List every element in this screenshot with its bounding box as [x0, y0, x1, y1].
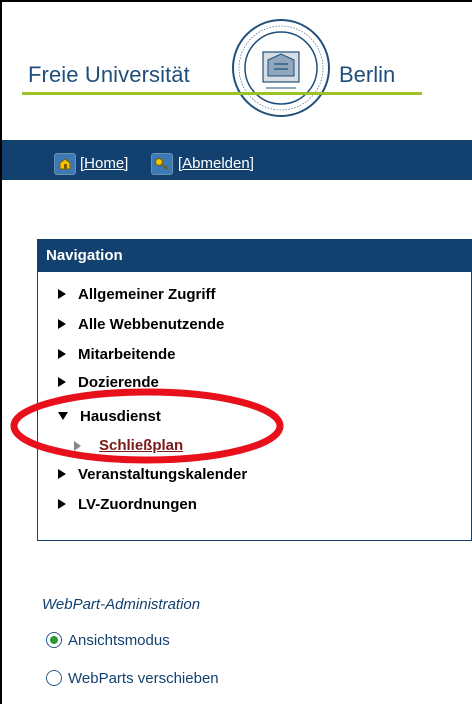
subitem-arrow-icon — [74, 441, 81, 452]
collapsed-arrow-icon — [58, 377, 66, 388]
collapsed-arrow-icon — [58, 349, 66, 360]
navigation-panel: Navigation Allgemeiner Zugriff Alle Webb… — [37, 239, 472, 541]
nav-item-label: Dozierende — [78, 374, 159, 391]
site-header: Freie Universität Berlin — [2, 2, 472, 139]
expanded-arrow-icon — [58, 412, 68, 421]
nav-item-lv-zuordnungen[interactable]: LV-Zuordnungen — [58, 496, 197, 513]
nav-item-alle-webbenutzende[interactable]: Alle Webbenutzende — [58, 316, 224, 333]
navigation-header: Navigation — [38, 240, 471, 272]
nav-item-veranstaltungskalender[interactable]: Veranstaltungskalender — [58, 466, 247, 483]
nav-item-label: LV-Zuordnungen — [78, 496, 197, 513]
nav-item-dozierende[interactable]: Dozierende — [58, 374, 159, 391]
header-accent-line — [22, 92, 422, 95]
webpart-admin-title: WebPart-Administration — [42, 596, 201, 613]
nav-item-label: Alle Webbenutzende — [78, 316, 225, 333]
nav-subitem-label[interactable]: Schließplan — [99, 437, 183, 454]
radio-unselected-icon[interactable] — [46, 670, 62, 687]
nav-subitem-schliessplan[interactable]: Schließplan — [74, 437, 183, 454]
logout-key-icon[interactable] — [151, 153, 173, 175]
nav-item-label: Mitarbeitende — [78, 346, 176, 363]
university-name-left: Freie Universität — [28, 62, 190, 87]
radio-ansichtsmodus[interactable]: Ansichtsmodus — [46, 632, 170, 649]
nav-item-mitarbeitende[interactable]: Mitarbeitende — [58, 346, 176, 363]
home-icon[interactable] — [54, 153, 76, 175]
logout-link[interactable]: [Abmelden] — [178, 155, 254, 172]
university-name-right: Berlin — [339, 62, 396, 87]
radio-label: Ansichtsmodus — [68, 632, 170, 649]
home-link[interactable]: [Home] — [80, 155, 128, 172]
collapsed-arrow-icon — [58, 499, 66, 510]
radio-webparts-verschieben[interactable]: WebParts verschieben — [46, 670, 219, 687]
top-navigation-bar: [Home] [Abmelden] — [2, 140, 472, 180]
nav-item-hausdienst[interactable]: Hausdienst — [58, 408, 161, 425]
radio-selected-icon[interactable] — [46, 632, 62, 649]
collapsed-arrow-icon — [58, 469, 66, 480]
nav-item-label: Hausdienst — [80, 408, 161, 425]
nav-item-label: Allgemeiner Zugriff — [78, 286, 216, 303]
nav-item-label: Veranstaltungskalender — [78, 466, 248, 483]
nav-item-allgemeiner-zugriff[interactable]: Allgemeiner Zugriff — [58, 286, 216, 303]
radio-label: WebParts verschieben — [68, 670, 219, 687]
university-seal-logo — [232, 19, 330, 117]
navigation-title: Navigation — [46, 247, 123, 264]
collapsed-arrow-icon — [58, 289, 66, 300]
collapsed-arrow-icon — [58, 319, 66, 330]
